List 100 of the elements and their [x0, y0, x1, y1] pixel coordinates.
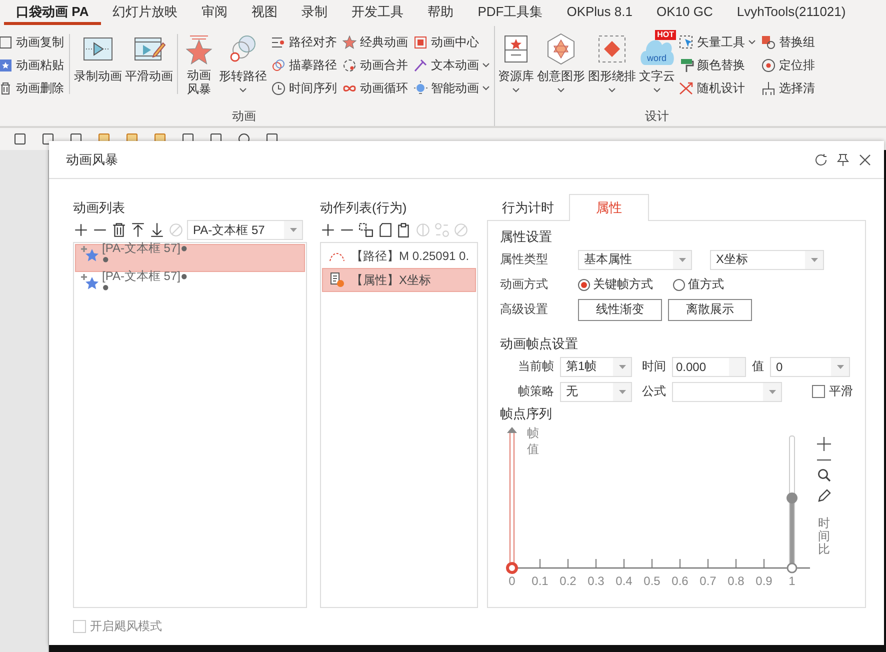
ribbon-item[interactable]: 动画中心	[411, 32, 492, 52]
caret-icon	[239, 87, 247, 93]
trash-icon[interactable]	[111, 222, 127, 238]
ribbon-item[interactable]: 经典动画	[340, 32, 410, 52]
tick-label: 0.7	[700, 574, 716, 588]
add-icon[interactable]	[320, 222, 336, 238]
ribbon-item[interactable]: 动画循环	[340, 78, 410, 98]
formula-field[interactable]	[672, 382, 782, 402]
caret-icon	[482, 62, 490, 68]
radio-option[interactable]: 值方式	[673, 276, 724, 293]
value-dropdown[interactable]: 0	[770, 356, 850, 376]
action-item[interactable]: 【路径】M 0.25091 0.	[322, 244, 476, 268]
keyframe-point[interactable]	[506, 562, 518, 574]
panel-tab[interactable]: 属性	[569, 194, 649, 221]
ribbon-button[interactable]: 录制动画	[73, 32, 123, 85]
duplicate-icon[interactable]	[358, 222, 374, 238]
square-icon	[413, 34, 428, 50]
ribbon-tab[interactable]: LvyhTools(211021)	[724, 1, 858, 25]
ribbon-button[interactable]: 图形绕排	[587, 32, 637, 93]
ribbon-item[interactable]: 选择清	[759, 78, 817, 98]
cursor-icon	[679, 34, 694, 50]
ribbon-tab[interactable]: OKPlus 8.1	[554, 1, 644, 25]
ribbon-tab[interactable]: PDF工具集	[466, 1, 555, 25]
remove-icon[interactable]	[816, 458, 832, 462]
ribbon-item[interactable]: 颜色替换	[677, 55, 758, 75]
clock-icon	[271, 80, 286, 96]
pencil-icon[interactable]	[816, 488, 832, 503]
attribute-dropdown[interactable]: X坐标	[710, 250, 824, 270]
ribbon-item[interactable]: 路径对齐	[269, 32, 339, 52]
target-dropdown[interactable]: PA-文本框 57	[187, 220, 303, 240]
star-icon	[80, 245, 100, 263]
ribbon-item[interactable]: 替换组	[759, 32, 817, 52]
ribbon-button[interactable]: 形转路径	[218, 32, 268, 93]
ribbon-item[interactable]: 描摹路径	[269, 55, 339, 75]
ribbon-item[interactable]: 动画删除	[0, 78, 66, 98]
search-icon[interactable]	[817, 468, 831, 482]
strategy-dropdown[interactable]: 无	[560, 382, 632, 402]
star-icon	[342, 34, 357, 50]
ribbon-button[interactable]: 资源库	[497, 32, 535, 93]
tick-label: 0.2	[560, 574, 576, 588]
ribbon-tab[interactable]: 审阅	[190, 1, 240, 25]
ribbon-tab[interactable]: OK10 GC	[644, 1, 725, 25]
ribbon-item[interactable]: 定位排	[759, 55, 817, 75]
move-down-icon[interactable]	[149, 222, 165, 238]
add-icon[interactable]	[816, 436, 832, 452]
ribbon-button[interactable]: 创意图形	[536, 32, 586, 93]
ribbon-tab[interactable]: 幻灯片放映	[100, 1, 190, 25]
trash-icon	[0, 80, 13, 96]
paste-icon[interactable]	[396, 222, 412, 238]
keyframe-point[interactable]	[786, 562, 798, 574]
ribbon-item[interactable]: 动画合并	[340, 55, 410, 75]
action-item[interactable]: 【属性】X坐标	[322, 268, 476, 292]
ribbon-button[interactable]: 动画风暴	[181, 32, 217, 97]
option-button[interactable]: 线性渐变	[578, 298, 662, 320]
caret-icon	[512, 87, 520, 93]
copy-icon[interactable]	[377, 222, 393, 238]
ribbon-tab[interactable]: 帮助	[416, 1, 466, 25]
ribbon-item[interactable]: 动画复制	[0, 32, 66, 52]
axis-label: 帧值	[527, 426, 539, 456]
ribbon-tab[interactable]: 录制	[290, 1, 340, 25]
group-label: 设计	[644, 108, 670, 125]
tick-label: 0.6	[672, 574, 688, 588]
ribbon-item[interactable]: 文本动画	[411, 55, 492, 75]
ribbon-tab[interactable]: 开发工具	[340, 1, 416, 25]
caret-icon	[653, 87, 661, 93]
radio-option[interactable]: 关键帧方式	[578, 276, 653, 293]
section-heading: 动作列表(行为)	[320, 199, 408, 217]
close-icon[interactable]	[858, 152, 872, 166]
caret-icon	[557, 87, 565, 93]
broom-icon	[761, 80, 776, 96]
refresh-icon[interactable]	[814, 152, 828, 166]
move-up-icon[interactable]	[130, 222, 146, 238]
dropdown-arrow-icon	[836, 364, 844, 368]
target-icon	[761, 58, 776, 72]
pin-icon[interactable]	[836, 152, 850, 166]
section-heading: 属性设置	[500, 228, 553, 246]
paint-roller-icon	[679, 58, 694, 72]
ribbon-tab[interactable]: 视图	[240, 1, 290, 25]
bulb-icon	[413, 80, 428, 96]
shuffle-icon	[679, 80, 694, 96]
option-button[interactable]: 离散展示	[668, 298, 752, 320]
add-icon[interactable]	[73, 222, 89, 238]
ribbon-item[interactable]: 动画粘贴	[0, 55, 66, 75]
animation-item[interactable]: [PA-文本框 57]● ●	[75, 272, 305, 300]
ribbon-item[interactable]: 时间序列	[269, 78, 339, 98]
dropdown-arrow-icon	[768, 390, 776, 394]
hurricane-mode-checkbox[interactable]: 开启飓风模式	[73, 618, 162, 635]
property-type-dropdown[interactable]: 基本属性	[578, 250, 692, 270]
ribbon-button[interactable]: HOT word 文字云	[638, 32, 676, 93]
ribbon-item[interactable]: 随机设计	[677, 78, 758, 98]
time-spinbox[interactable]: 0.000	[672, 356, 746, 376]
ribbon-item[interactable]: 智能动画	[411, 78, 492, 98]
panel-tab[interactable]: 行为计时	[487, 194, 569, 221]
ribbon-item[interactable]: 矢量工具	[677, 32, 758, 52]
smooth-checkbox[interactable]: 平滑	[812, 383, 853, 400]
ribbon-button[interactable]: 平滑动画	[124, 32, 174, 85]
section-heading: 帧点序列	[500, 405, 553, 423]
slider-thumb[interactable]	[786, 492, 798, 504]
frame-dropdown[interactable]: 第1帧	[560, 356, 632, 376]
dropdown-arrow-icon	[810, 258, 818, 262]
